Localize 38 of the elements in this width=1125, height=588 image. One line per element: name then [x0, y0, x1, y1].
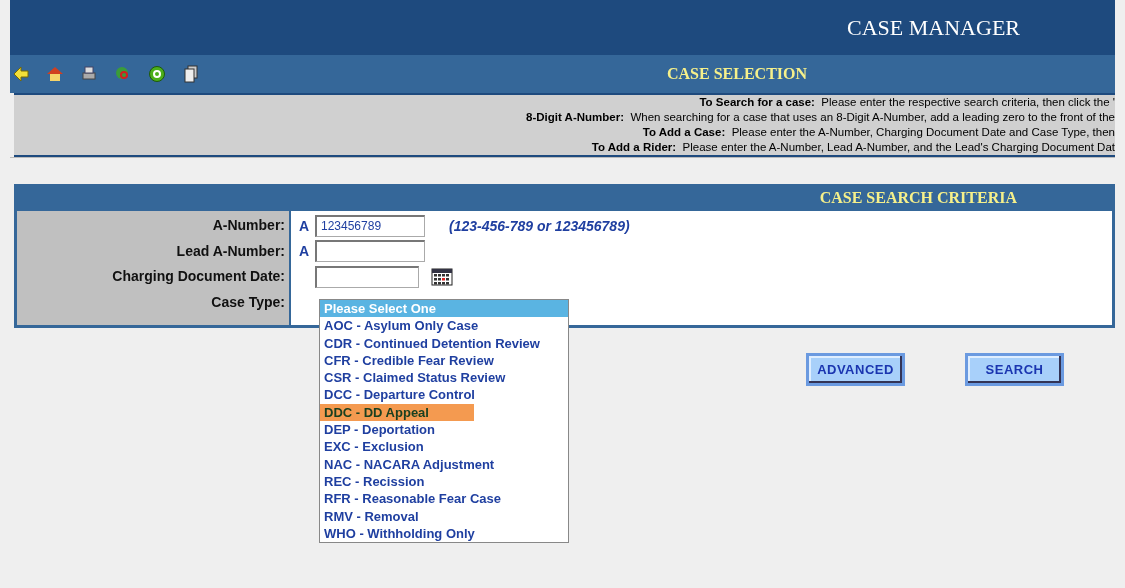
dropdown-option[interactable]: REC - Recission: [320, 472, 568, 491]
field-label: Charging Document Date:: [112, 267, 285, 286]
format-hint: (123-456-789 or 123456789): [449, 217, 630, 234]
back-arrow-icon[interactable]: [12, 65, 30, 83]
documents-icon[interactable]: [182, 65, 200, 83]
dropdown-option[interactable]: WHO - Withholding Only: [320, 524, 568, 543]
instruction-text: To Add a Rider: Please enter the A-Number, Lead A-Number, and the Lead's Charging Document Dat: [591, 140, 1115, 155]
window-title: CASE MANAGER: [847, 14, 1020, 41]
field-label: Lead A-Number:: [176, 241, 285, 261]
panel-title: CASE SEARCH CRITERIA: [819, 188, 1017, 207]
dropdown-option[interactable]: NAC - NACARA Adjustment: [320, 455, 568, 473]
instruction-text: 8-Digit A-Number: When searching for a case that uses an 8-Digit A-Number, add a leading zero to the front of the: [526, 110, 1115, 125]
dropdown-option[interactable]: AOC - Asylum Only Case: [320, 317, 568, 335]
dropdown-option[interactable]: EXC - Exclusion: [320, 438, 568, 456]
dropdown-option[interactable]: RMV - Removal: [320, 507, 568, 525]
advanced-button[interactable]: ADVANCED: [806, 353, 905, 386]
case-type-dropdown-list[interactable]: [319, 299, 569, 544]
input-field[interactable]: [315, 240, 425, 263]
dropdown-option[interactable]: DCC - Departure Control: [320, 386, 568, 404]
dropdown-option[interactable]: CSR - Claimed Status Review: [320, 369, 568, 387]
input-field[interactable]: 123456789: [315, 214, 425, 237]
search-button[interactable]: SEARCH: [965, 353, 1064, 386]
dropdown-option[interactable]: RFR - Reasonable Fear Case: [320, 490, 568, 508]
dropdown-option[interactable]: DEP - Deportation: [320, 421, 568, 439]
date-field[interactable]: [315, 265, 419, 288]
home-icon[interactable]: [46, 65, 64, 83]
calendar-icon[interactable]: [431, 267, 453, 286]
field-label: A-Number:: [212, 216, 285, 235]
dropdown-option[interactable]: CFR - Credible Fear Review: [320, 351, 568, 370]
instruction-text: To Search for a case: Please enter the respective search criteria, then click the ': [699, 95, 1115, 110]
field-label: Case Type:: [211, 292, 285, 312]
dropdown-option[interactable]: DDC - DD Appeal: [320, 403, 474, 422]
prefix-label: A: [299, 217, 311, 234]
printer-icon[interactable]: [80, 65, 98, 83]
dropdown-option[interactable]: CDR - Continued Detention Review: [320, 334, 568, 352]
prefix-label: A: [299, 243, 311, 260]
instruction-text: To Add a Case: Please enter the A-Number, Charging Document Date and Case Type, then: [642, 125, 1115, 140]
section-title: CASE SELECTION: [667, 65, 808, 83]
